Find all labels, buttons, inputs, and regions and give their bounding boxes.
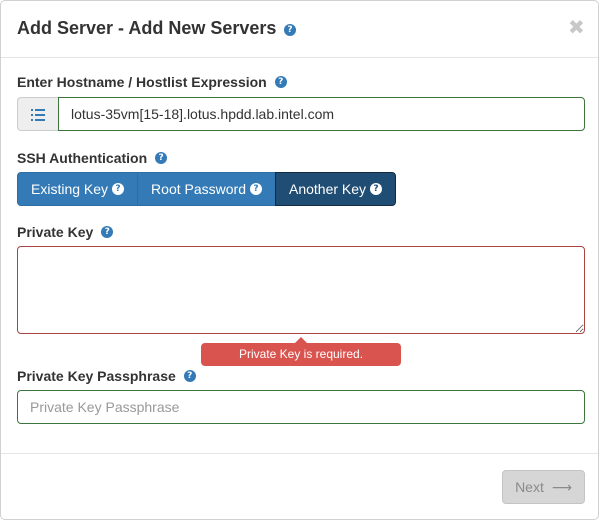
close-icon[interactable]: ✖: [568, 15, 585, 39]
passphrase-label: Private Key Passphrase?: [17, 368, 196, 384]
hostname-label-text: Enter Hostname / Hostlist Expression: [17, 74, 267, 90]
help-icon[interactable]: ?: [112, 183, 125, 196]
list-icon: [31, 109, 45, 121]
private-key-label: Private Key?: [17, 224, 114, 240]
private-key-textarea[interactable]: [17, 246, 585, 334]
ssh-auth-options: Existing Key? Root Password? Another Key…: [17, 172, 397, 206]
help-icon[interactable]: ?: [101, 226, 114, 239]
private-key-error-tooltip: Private Key is required.: [201, 337, 401, 366]
passphrase-input[interactable]: [17, 390, 585, 424]
error-message: Private Key is required.: [238, 347, 364, 361]
tooltip-arrow: [295, 337, 307, 343]
help-icon[interactable]: ?: [183, 370, 196, 383]
help-icon[interactable]: ?: [370, 183, 383, 196]
hostname-input[interactable]: [58, 97, 585, 131]
hostname-input-group: [17, 97, 585, 131]
hostlist-toggle-button[interactable]: [17, 97, 58, 131]
private-key-label-text: Private Key: [17, 224, 94, 240]
help-icon[interactable]: ?: [155, 152, 168, 165]
help-icon[interactable]: ?: [274, 76, 287, 89]
modal-title: Add Server - Add New Servers: [17, 18, 277, 38]
passphrase-label-text: Private Key Passphrase: [17, 368, 176, 384]
another-key-label: Another Key: [288, 181, 367, 197]
add-server-modal: Add Server - Add New Servers ? ✖ Enter H…: [0, 0, 599, 520]
help-icon[interactable]: ?: [249, 183, 262, 196]
hostname-label: Enter Hostname / Hostlist Expression?: [17, 74, 287, 90]
modal-footer: [1, 453, 598, 454]
existing-key-button[interactable]: Existing Key?: [17, 172, 139, 206]
ssh-auth-label-text: SSH Authentication: [17, 150, 148, 166]
another-key-button[interactable]: Another Key?: [274, 172, 397, 206]
next-label: Next: [515, 479, 544, 495]
help-icon[interactable]: ?: [284, 24, 296, 36]
root-password-label: Root Password: [151, 181, 246, 197]
existing-key-label: Existing Key: [31, 181, 109, 197]
next-button[interactable]: Next ⟶: [502, 470, 585, 504]
root-password-button[interactable]: Root Password?: [137, 172, 276, 206]
ssh-auth-label: SSH Authentication?: [17, 150, 168, 166]
modal-header: Add Server - Add New Servers ? ✖: [1, 1, 598, 58]
arrow-right-icon: ⟶: [551, 480, 572, 496]
